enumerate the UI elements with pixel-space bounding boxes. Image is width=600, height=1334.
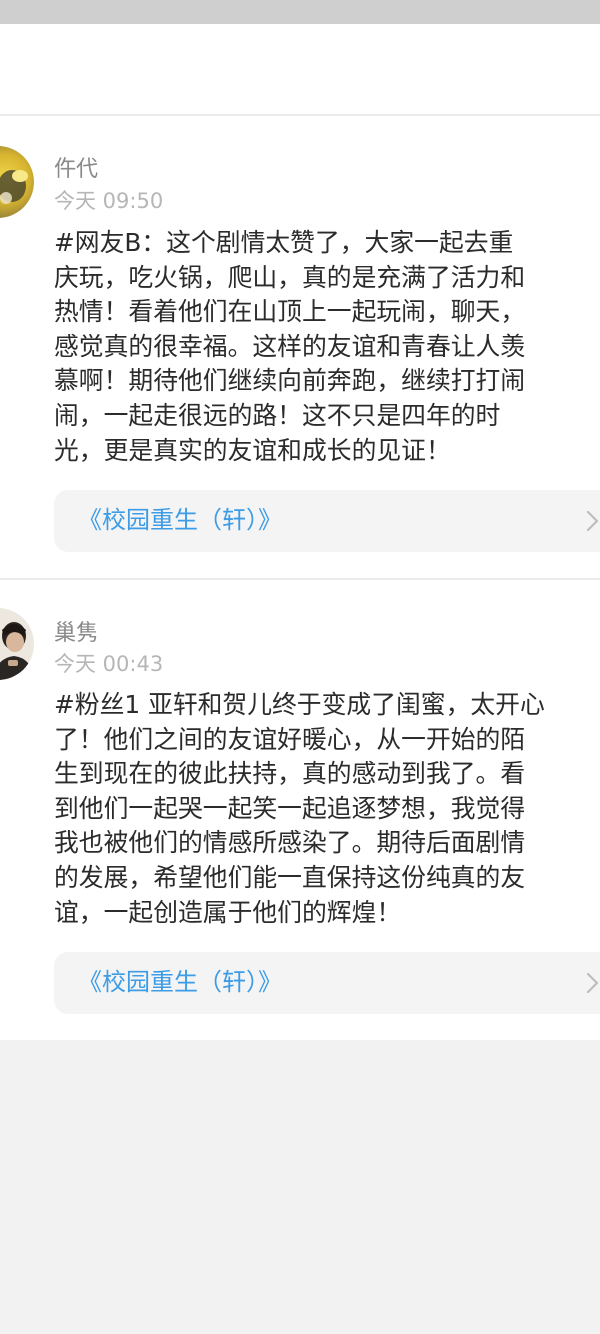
avatar[interactable] (0, 608, 34, 680)
comment-card: 巢隽 今天 00:43 #粉丝1 亚轩和贺儿终于变成了闺蜜，太开心 了！他们之间… (0, 580, 600, 1040)
comment-text-line: 感觉真的很幸福。这样的友谊和青春让人羡 (54, 331, 526, 361)
comment-text-line: 慕啊！期待他们继续向前奔跑，继续打打闹 (54, 366, 526, 396)
comment-text-line: 了！他们之间的友谊好暖心，从一开始的陌 (54, 724, 526, 754)
comment-text: #粉丝1 亚轩和贺儿终于变成了闺蜜，太开心 了！他们之间的友谊好暖心，从一开始的… (54, 688, 600, 930)
avatar[interactable] (0, 146, 34, 218)
book-link-title[interactable]: 《校园重生（轩）》 (78, 504, 282, 536)
book-link-title[interactable]: 《校园重生（轩）》 (78, 966, 282, 998)
username[interactable]: 仵代 (54, 156, 98, 184)
comment-text-line: 我也被他们的情感所感染了。期待后面剧情 (54, 828, 526, 858)
timestamp: 今天 09:50 (54, 189, 164, 213)
book-link-card[interactable]: 《校园重生（轩）》 (54, 490, 600, 552)
header-area (0, 24, 600, 114)
comment-text-line: 的发展，希望他们能一直保持这份纯真的友 (54, 862, 526, 892)
username[interactable]: 巢隽 (54, 620, 98, 648)
comment-text-line: #网友B：这个剧情太赞了，大家一起去重 (54, 228, 514, 257)
comment-card: 仵代 今天 09:50 #网友B：这个剧情太赞了，大家一起去重 庆玩，吃火锅，爬… (0, 116, 600, 578)
comment-text-line: 谊，一起创造属于他们的辉煌！ (54, 897, 402, 927)
chevron-right-icon (586, 972, 599, 994)
book-link-card[interactable]: 《校园重生（轩）》 (54, 952, 600, 1014)
comment-text-line: 光，更是真实的友谊和成长的见证！ (54, 435, 451, 465)
timestamp: 今天 00:43 (54, 652, 164, 676)
comment-text-line: 到他们一起哭一起笑一起追逐梦想，我觉得 (54, 793, 526, 823)
comment-text-line: #粉丝1 亚轩和贺儿终于变成了闺蜜，太开心 (54, 690, 545, 719)
comment-text: #网友B：这个剧情太赞了，大家一起去重 庆玩，吃火锅，爬山，真的是充满了活力和 … (54, 226, 600, 468)
comment-text-line: 热情！看着他们在山顶上一起玩闹，聊天， (54, 297, 526, 327)
user-avatar-photo-icon (0, 608, 34, 680)
comment-text-line: 闹，一起走很远的路！这不只是四年的时 (54, 400, 501, 430)
chevron-right-icon (586, 510, 599, 532)
comment-text-line: 庆玩，吃火锅，爬山，真的是充满了活力和 (54, 262, 526, 292)
comment-feed-page: 仵代 今天 09:50 #网友B：这个剧情太赞了，大家一起去重 庆玩，吃火锅，爬… (0, 0, 600, 1334)
status-bar (0, 0, 600, 24)
empty-area (0, 1040, 600, 1334)
user-avatar-photo-icon (0, 146, 34, 218)
comment-text-line: 生到现在的彼此扶持，真的感动到我了。看 (54, 759, 526, 789)
